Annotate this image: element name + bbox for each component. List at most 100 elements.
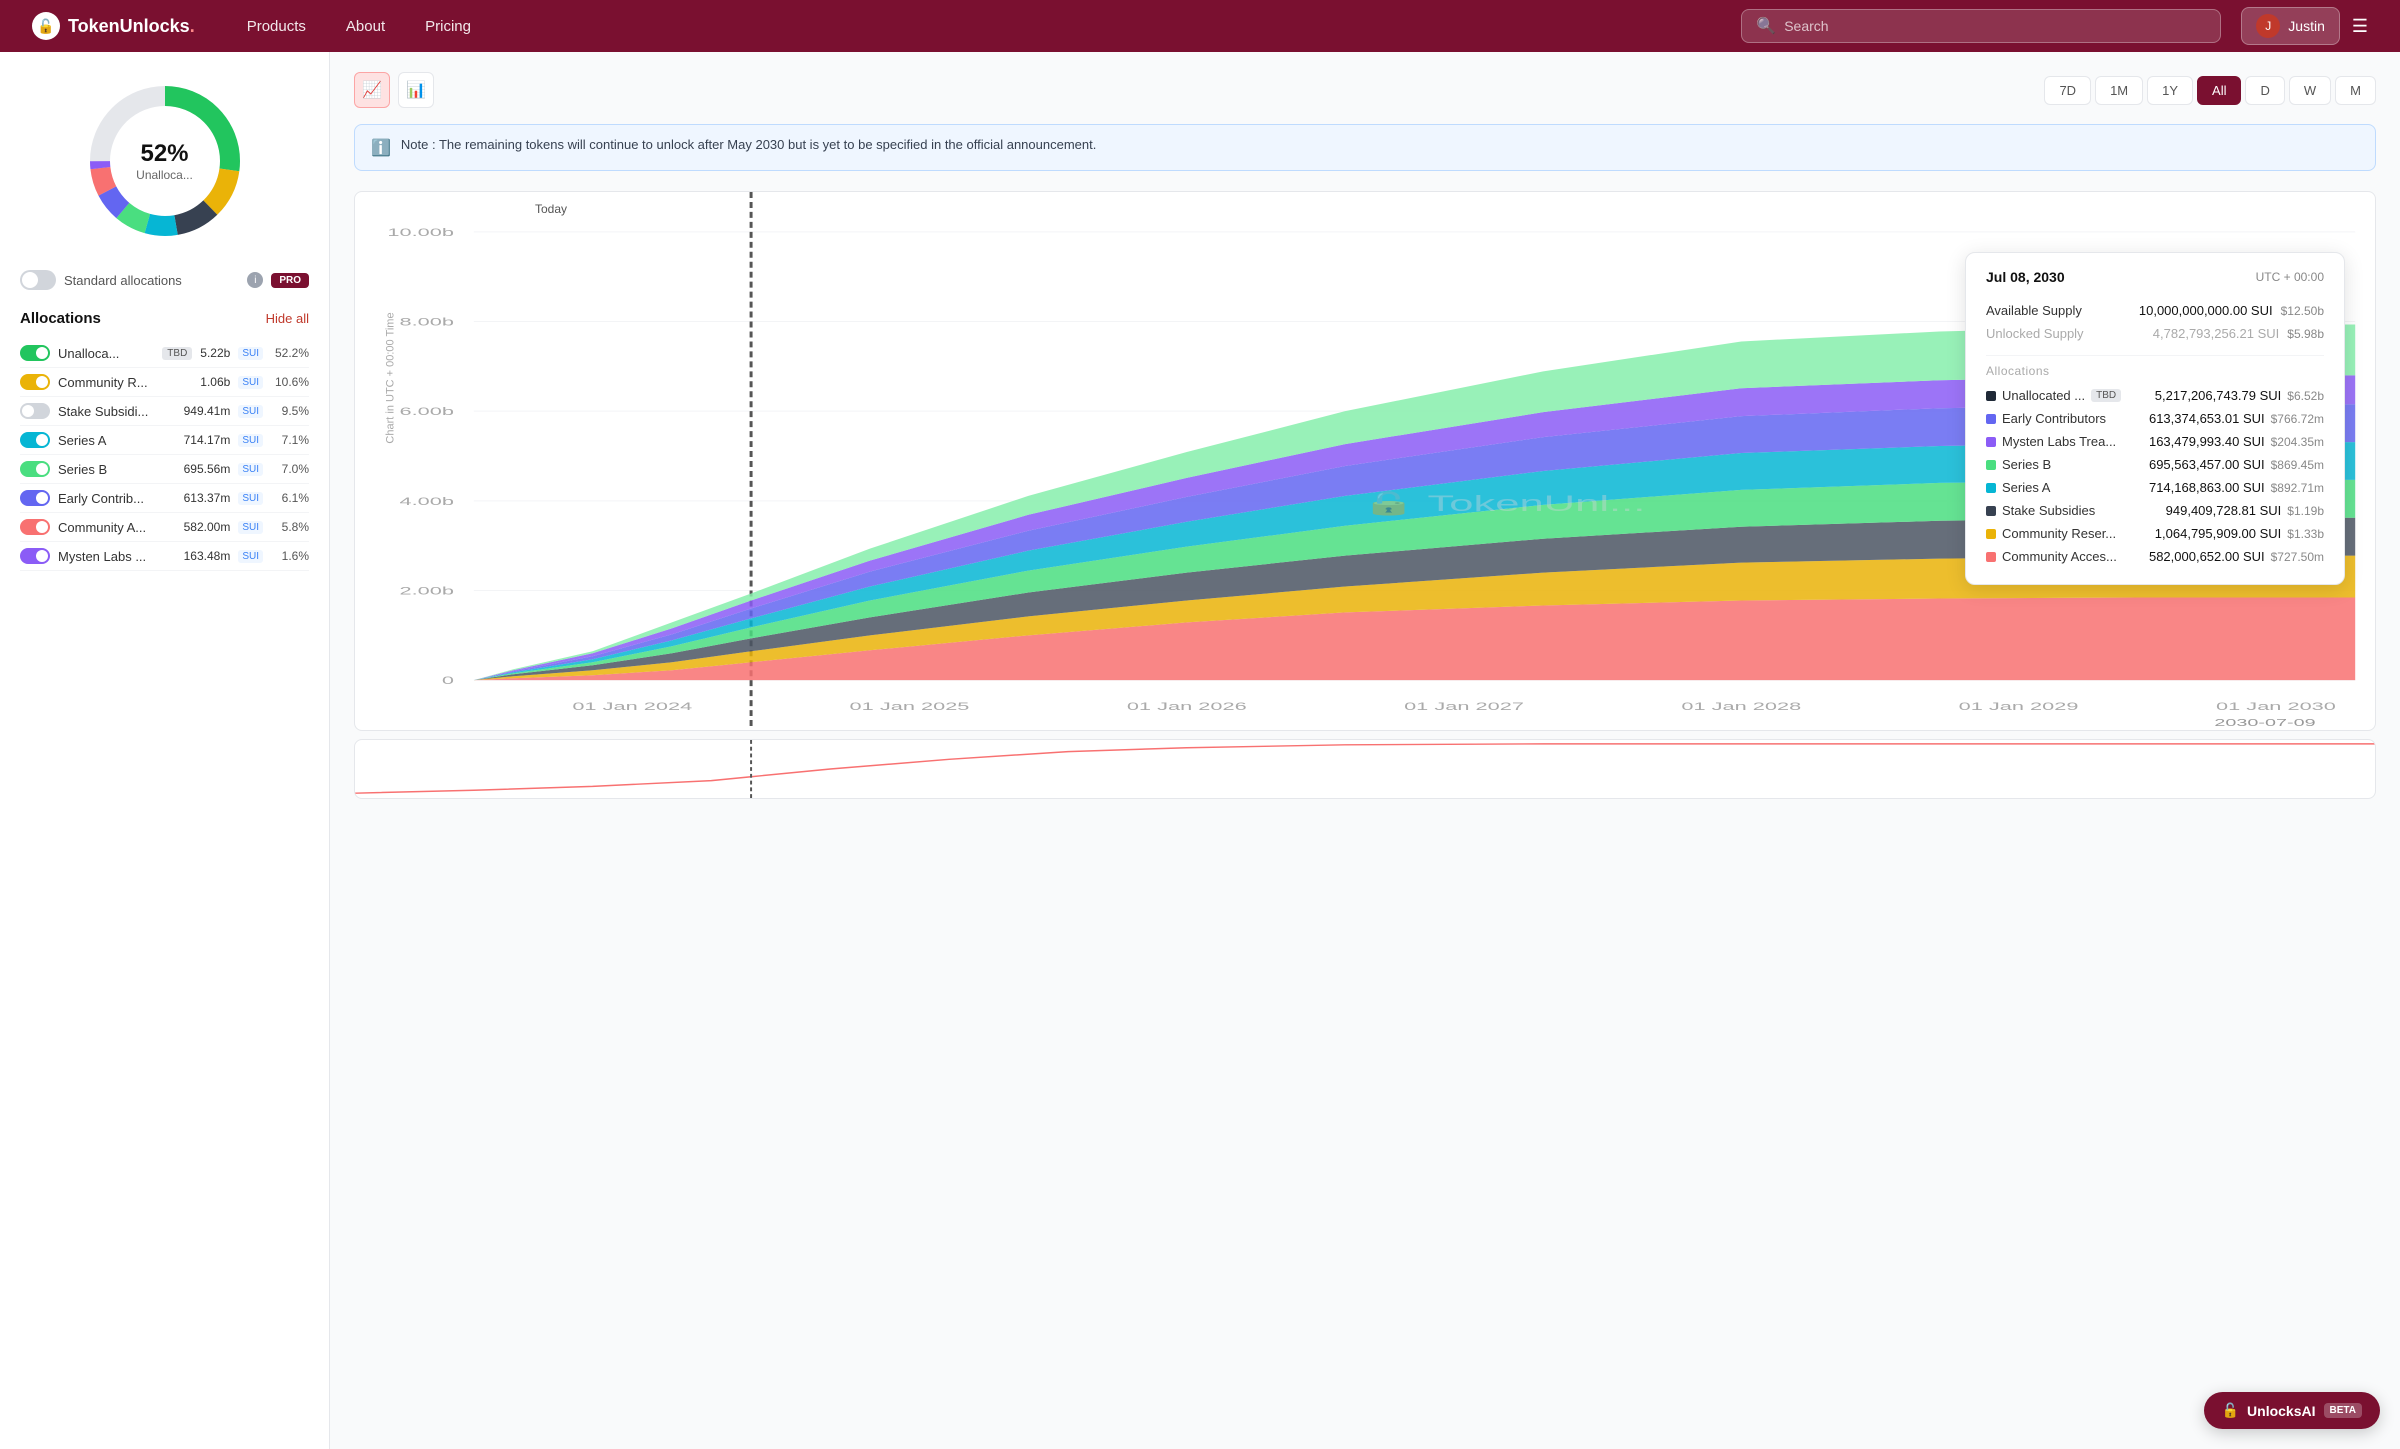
svg-text:2.00b: 2.00b	[400, 584, 455, 597]
nav-products[interactable]: Products	[227, 0, 326, 52]
user-button[interactable]: J Justin	[2241, 7, 2340, 45]
menu-icon[interactable]: ☰	[2352, 16, 2368, 37]
tooltip-alloc-usd: $869.45m	[2271, 458, 2324, 472]
alloc-name: Community R...	[58, 375, 192, 390]
tooltip-alloc-val: 949,409,728.81 SUI	[2166, 503, 2282, 518]
tooltip-unlocked-supply: Unlocked Supply 4,782,793,256.21 SUI $5.…	[1986, 322, 2324, 345]
sui-badge: SUI	[238, 347, 263, 360]
search-icon: 🔍	[1756, 16, 1776, 36]
tooltip-alloc-name: Community Acces...	[1986, 549, 2117, 564]
alloc-toggle[interactable]	[20, 461, 50, 477]
tooltip-alloc-usd: $204.35m	[2271, 435, 2324, 449]
alloc-list: Unalloca... TBD 5.22b SUI 52.2% Communit…	[20, 339, 309, 571]
alloc-toggle[interactable]	[20, 519, 50, 535]
alloc-toggle[interactable]	[20, 374, 50, 390]
line-chart-button[interactable]: 📈	[354, 72, 390, 108]
alloc-dot	[1986, 506, 1996, 516]
time-btn-d[interactable]: D	[2245, 76, 2284, 105]
alloc-item: Series B 695.56m SUI 7.0%	[20, 455, 309, 484]
chart-toolbar: 📈 📊 7D1M1YAllDWM	[354, 72, 2376, 108]
tooltip-alloc-name: Series A	[1986, 480, 2050, 495]
alloc-pct: 52.2%	[271, 346, 309, 360]
search-container[interactable]: 🔍	[1741, 9, 2221, 43]
alloc-amount: 714.17m	[184, 433, 231, 447]
tooltip-alloc-name: Unallocated ... TBD	[1986, 388, 2121, 403]
svg-text:01 Jan 2030: 01 Jan 2030	[2216, 700, 2336, 713]
tooltip-date: Jul 08, 2030	[1986, 269, 2065, 285]
alloc-dot	[1986, 552, 1996, 562]
time-btn-m[interactable]: M	[2335, 76, 2376, 105]
nav-about[interactable]: About	[326, 0, 405, 52]
tooltip-available-supply: Available Supply 10,000,000,000.00 SUI $…	[1986, 299, 2324, 322]
chart-wrapper[interactable]: Today Chart in UTC + 00:00 Time 10.00b 8…	[354, 191, 2376, 731]
tooltip-alloc-val: 714,168,863.00 SUI	[2149, 480, 2265, 495]
alloc-pct: 10.6%	[271, 375, 309, 389]
tooltip-alloc-row: Series A 714,168,863.00 SUI $892.71m	[1986, 476, 2324, 499]
svg-text:01 Jan 2024: 01 Jan 2024	[572, 700, 692, 713]
time-btn-w[interactable]: W	[2289, 76, 2331, 105]
hide-all-button[interactable]: Hide all	[266, 311, 309, 326]
alloc-item: Series A 714.17m SUI 7.1%	[20, 426, 309, 455]
tooltip-alloc-name: Series B	[1986, 457, 2051, 472]
utc-label: Chart in UTC + 00:00 Time	[385, 312, 397, 443]
tooltip-alloc-usd: $892.71m	[2271, 481, 2324, 495]
unlock-ai-icon: 🔓	[2222, 1402, 2239, 1419]
svg-text:01 Jan 2027: 01 Jan 2027	[1404, 700, 1524, 713]
tooltip-alloc-row: Community Reser... 1,064,795,909.00 SUI …	[1986, 522, 2324, 545]
svg-text:01 Jan 2028: 01 Jan 2028	[1681, 700, 1801, 713]
user-name: Justin	[2288, 18, 2325, 34]
alloc-amount: 5.22b	[200, 346, 230, 360]
search-input[interactable]	[1784, 18, 2206, 34]
available-supply-val: 10,000,000,000.00 SUI	[2139, 303, 2273, 318]
alloc-item: Unalloca... TBD 5.22b SUI 52.2%	[20, 339, 309, 368]
tooltip-alloc-val: 695,563,457.00 SUI	[2149, 457, 2265, 472]
time-btn-all[interactable]: All	[2197, 76, 2241, 105]
alloc-name: Community A...	[58, 520, 176, 535]
alloc-pct: 1.6%	[271, 549, 309, 563]
alloc-toggle[interactable]	[20, 403, 50, 419]
nav-pricing[interactable]: Pricing	[405, 0, 491, 52]
alloc-item: Community R... 1.06b SUI 10.6%	[20, 368, 309, 397]
alloc-item: Early Contrib... 613.37m SUI 6.1%	[20, 484, 309, 513]
tooltip-alloc-usd: $6.52b	[2287, 389, 2324, 403]
alloc-pct: 7.0%	[271, 462, 309, 476]
alloc-dot	[1986, 414, 1996, 424]
tooltip-alloc-usd: $766.72m	[2271, 412, 2324, 426]
donut-center: 52% Unalloca...	[136, 140, 193, 182]
alloc-toggle[interactable]	[20, 432, 50, 448]
time-btn-1m[interactable]: 1M	[2095, 76, 2143, 105]
time-btn-1y[interactable]: 1Y	[2147, 76, 2193, 105]
svg-text:01 Jan 2029: 01 Jan 2029	[1959, 700, 2079, 713]
time-buttons: 7D1M1YAllDWM	[2044, 76, 2376, 105]
tooltip-alloc-usd: $727.50m	[2271, 550, 2324, 564]
tooltip-supply-section: Available Supply 10,000,000,000.00 SUI $…	[1986, 299, 2324, 345]
tooltip-alloc-name: Community Reser...	[1986, 526, 2116, 541]
std-alloc-toggle[interactable]	[20, 270, 56, 290]
pro-badge: PRO	[271, 273, 309, 288]
unlocks-ai-btn[interactable]: 🔓 UnlocksAI BETA	[2204, 1392, 2380, 1429]
tooltip-alloc-val: 163,479,993.40 SUI	[2149, 434, 2265, 449]
tooltip-alloc-name: Mysten Labs Trea...	[1986, 434, 2116, 449]
tooltip-alloc-val: 582,000,652.00 SUI	[2149, 549, 2265, 564]
alloc-amount: 613.37m	[184, 491, 231, 505]
alloc-name: Mysten Labs ...	[58, 549, 176, 564]
bar-chart-button[interactable]: 📊	[398, 72, 434, 108]
alloc-toggle[interactable]	[20, 345, 50, 361]
info-icon[interactable]: i	[247, 272, 263, 288]
brand-logo[interactable]: 🔓 TokenUnlocks.	[32, 12, 195, 40]
tooltip-alloc-val: 5,217,206,743.79 SUI	[2155, 388, 2282, 403]
alloc-toggle[interactable]	[20, 548, 50, 564]
tooltip-alloc-name: Stake Subsidies	[1986, 503, 2095, 518]
alloc-dot	[1986, 437, 1996, 447]
svg-text:6.00b: 6.00b	[400, 405, 455, 418]
alloc-toggle[interactable]	[20, 490, 50, 506]
tooltip-alloc-row: Unallocated ... TBD 5,217,206,743.79 SUI…	[1986, 384, 2324, 407]
tooltip-alloc-row: Community Acces... 582,000,652.00 SUI $7…	[1986, 545, 2324, 568]
today-label: Today	[535, 202, 567, 216]
avatar: J	[2256, 14, 2280, 38]
tooltip-alloc-row: Series B 695,563,457.00 SUI $869.45m	[1986, 453, 2324, 476]
sui-badge: SUI	[238, 434, 263, 447]
mini-chart[interactable]	[354, 739, 2376, 799]
alloc-item: Mysten Labs ... 163.48m SUI 1.6%	[20, 542, 309, 571]
time-btn-7d[interactable]: 7D	[2044, 76, 2091, 105]
